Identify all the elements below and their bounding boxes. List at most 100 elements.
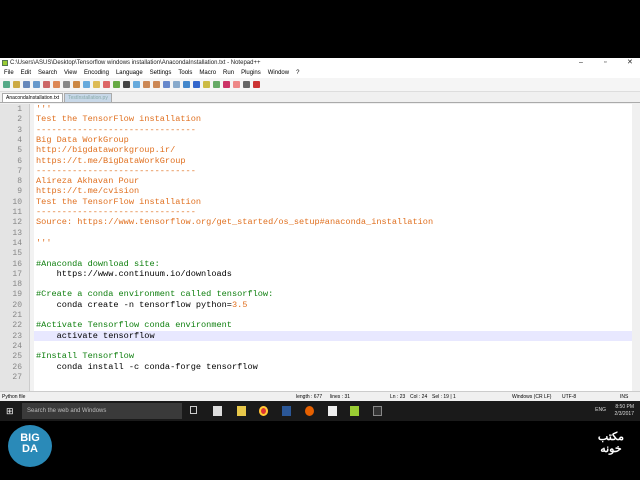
line-number: 2: [17, 115, 22, 125]
toolbar-button-icon[interactable]: [43, 81, 50, 88]
toolbar-button-icon[interactable]: [53, 81, 60, 88]
toolbar-button-icon[interactable]: [13, 81, 20, 88]
task-view-icon[interactable]: [190, 406, 197, 414]
store-icon[interactable]: [213, 406, 222, 416]
minimize-button[interactable]: –: [579, 58, 583, 68]
line-number: 17: [12, 269, 22, 279]
toolbar-button-icon[interactable]: [33, 81, 40, 88]
app-icon[interactable]: [328, 406, 337, 416]
toolbar-button-icon[interactable]: [143, 81, 150, 88]
code-line: http://bigdataworkgroup.ir/: [36, 145, 175, 155]
menu-item-plugins[interactable]: Plugins: [241, 68, 261, 78]
code-line: https://www.continuum.io/downloads: [36, 269, 232, 279]
code-text: Test the TensorFlow installation: [36, 114, 202, 125]
vertical-scrollbar[interactable]: [632, 104, 640, 391]
clock-date[interactable]: 2/3/2017: [615, 411, 634, 418]
language-indicator[interactable]: ENG: [595, 407, 606, 414]
toolbar-button-icon[interactable]: [233, 81, 240, 88]
line-number: 1: [17, 105, 22, 114]
line-number: 16: [12, 259, 22, 269]
menu-item-[interactable]: ?: [296, 68, 299, 78]
taskbar-search[interactable]: Search the web and Windows: [22, 403, 182, 419]
code-line: #Activate Tensorflow conda environment: [36, 320, 232, 330]
line-number: 4: [17, 135, 22, 145]
menu-item-encoding[interactable]: Encoding: [84, 68, 109, 78]
code-text: -------------------------------: [36, 207, 196, 217]
close-button[interactable]: ✕: [627, 58, 633, 68]
toolbar-button-icon[interactable]: [73, 81, 80, 88]
code-line: ''': [36, 238, 51, 248]
line-number: 14: [12, 238, 22, 248]
toolbar-button-icon[interactable]: [103, 81, 110, 88]
toolbar-button-icon[interactable]: [183, 81, 190, 88]
menu-item-window[interactable]: Window: [268, 68, 289, 78]
toolbar-button-icon[interactable]: [123, 81, 130, 88]
firefox-icon[interactable]: [305, 406, 314, 416]
file-explorer-icon[interactable]: [237, 406, 246, 416]
code-line: conda install -c conda-forge tensorflow: [36, 362, 258, 372]
menu-item-file[interactable]: File: [4, 68, 14, 78]
line-number: 24: [12, 341, 22, 351]
line-number: 15: [12, 249, 22, 259]
toolbar-button-icon[interactable]: [113, 81, 120, 88]
toolbar-button-icon[interactable]: [203, 81, 210, 88]
fold-margin[interactable]: [30, 104, 34, 391]
toolbar-button-icon[interactable]: [253, 81, 260, 88]
line-number: 9: [17, 187, 22, 197]
toolbar-button-icon[interactable]: [3, 81, 10, 88]
line-number: 19: [12, 290, 22, 300]
toolbar-button-icon[interactable]: [63, 81, 70, 88]
toolbar-button-icon[interactable]: [93, 81, 100, 88]
tab-test-installation[interactable]: TestInstallation.py: [64, 93, 112, 102]
toolbar-button-icon[interactable]: [213, 81, 220, 88]
menu-item-settings[interactable]: Settings: [150, 68, 172, 78]
code-text: https://t.me/cvision: [36, 186, 140, 197]
toolbar-button-icon[interactable]: [83, 81, 90, 88]
code-line: -------------------------------: [36, 166, 196, 176]
toolbar-button-icon[interactable]: [223, 81, 230, 88]
chrome-icon[interactable]: [259, 406, 268, 416]
menu-item-view[interactable]: View: [64, 68, 77, 78]
code-text: https://t.me/BigDataWorkGroup: [36, 155, 186, 166]
code-line: #Anaconda download site:: [36, 259, 160, 269]
line-number: 6: [17, 156, 22, 166]
windows-start-icon[interactable]: ⊞: [6, 406, 14, 417]
word-icon[interactable]: [282, 406, 291, 416]
menu-item-edit[interactable]: Edit: [21, 68, 31, 78]
toolbar-button-icon[interactable]: [173, 81, 180, 88]
code-text: #Anaconda download site:: [36, 258, 160, 269]
code-text: #Install Tensorflow: [36, 351, 134, 362]
line-number: 21: [12, 311, 22, 320]
menu-item-run[interactable]: Run: [223, 68, 234, 78]
toolbar-button-icon[interactable]: [23, 81, 30, 88]
toolbar-button-icon[interactable]: [163, 81, 170, 88]
code-line: ''': [36, 104, 51, 114]
toolbar-button-icon[interactable]: [243, 81, 250, 88]
code-line: #Install Tensorflow: [36, 351, 134, 361]
code-line: Big Data WorkGroup: [36, 135, 129, 145]
text-editor[interactable]: 1 ''' 2 Test the TensorFlow installation 3 --…: [0, 104, 632, 391]
toolbar-button-icon[interactable]: [153, 81, 160, 88]
cmd-icon[interactable]: [373, 406, 382, 416]
clock-time[interactable]: 8:50 PM: [615, 404, 634, 411]
code-line: https://t.me/cvision: [36, 186, 139, 196]
menu-item-language[interactable]: Language: [116, 68, 143, 78]
system-tray[interactable]: ENG 8:50 PM 2/3/2017: [595, 404, 634, 418]
menu-item-macro[interactable]: Macro: [199, 68, 216, 78]
line-number: 5: [17, 146, 22, 156]
toolbar-button-icon[interactable]: [133, 81, 140, 88]
tab-anaconda-installation[interactable]: AnacondaInstallation.txt: [2, 93, 64, 102]
window-title: C:\Users\ASUS\Desktop\Tensorflow windows…: [10, 60, 261, 66]
status-bar: Python file length : 677 lines : 31 Ln :…: [0, 391, 640, 401]
menu-item-search[interactable]: Search: [38, 68, 57, 78]
notepadpp-taskbar-icon[interactable]: [350, 406, 359, 416]
code-line: Source: https://www.tensorflow.org/get_s…: [36, 217, 433, 227]
maximize-button[interactable]: ▫: [604, 58, 606, 68]
menu-item-tools[interactable]: Tools: [178, 68, 192, 78]
line-number: 13: [12, 228, 22, 238]
bigda-logo: BIG DA: [8, 425, 52, 467]
toolbar-button-icon[interactable]: [193, 81, 200, 88]
line-number: 12: [12, 218, 22, 228]
code-text: conda install -c conda-forge tensorflow: [36, 361, 258, 372]
line-number: 7: [17, 166, 22, 176]
